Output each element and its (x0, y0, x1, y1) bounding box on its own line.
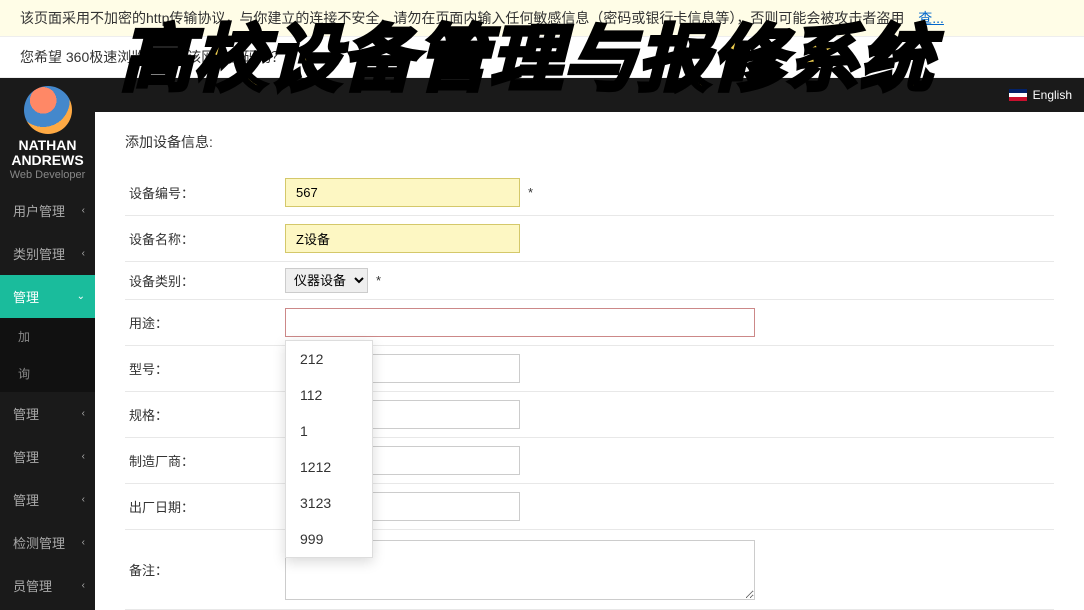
sidebar-sub-query[interactable]: 询 (0, 355, 95, 392)
chevron-left-icon: ‹ (82, 451, 85, 462)
sidebar-item-staff[interactable]: 员管理 ‹ (0, 564, 95, 607)
autocomplete-item[interactable]: 1212 (286, 449, 372, 485)
sidebar-item-manage-active[interactable]: 管理 ⌄ (0, 275, 95, 318)
autocomplete-item[interactable]: 212 (286, 341, 372, 377)
device-id-label: 设备编号： (125, 183, 285, 202)
chevron-left-icon: ‹ (82, 494, 85, 505)
sidebar-item-inspection[interactable]: 检测管理 ‹ (0, 521, 95, 564)
category-label: 设备类别： (125, 271, 285, 290)
sidebar-item-users[interactable]: 用户管理 ‹ (0, 189, 95, 232)
sidebar: NATHAN ANDREWS Web Developer 用户管理 ‹ 类别管理… (0, 78, 95, 610)
avatar[interactable] (24, 86, 72, 134)
sidebar-item-manage3[interactable]: 管理 ‹ (0, 435, 95, 478)
form-section-title: 添加设备信息: (125, 132, 1054, 152)
device-id-input[interactable] (285, 178, 520, 207)
chevron-left-icon: ‹ (82, 537, 85, 548)
page-title-overlay: 高校设备管理与报修系统 (120, 0, 934, 105)
autocomplete-item[interactable]: 3123 (286, 485, 372, 521)
user-name-line1: NATHAN (0, 138, 95, 153)
sidebar-item-manage4[interactable]: 管理 ‹ (0, 478, 95, 521)
user-role: Web Developer (0, 169, 95, 181)
manufacturer-label: 制造厂商： (125, 451, 285, 470)
autocomplete-dropdown: 212 112 1 1212 3123 999 (285, 340, 373, 558)
required-asterisk: * (376, 273, 381, 288)
sidebar-item-category[interactable]: 类别管理 ‹ (0, 232, 95, 275)
autocomplete-item[interactable]: 112 (286, 377, 372, 413)
chevron-left-icon: ‹ (82, 248, 85, 259)
remark-label: 备注： (125, 560, 285, 579)
chevron-down-icon: ⌄ (77, 291, 85, 302)
required-asterisk: * (528, 185, 533, 200)
language-selector[interactable]: English (1033, 88, 1072, 102)
sidebar-sub-add[interactable]: 加 (0, 318, 95, 355)
flag-uk-icon (1009, 89, 1027, 101)
user-name-line2: ANDREWS (0, 153, 95, 168)
chevron-left-icon: ‹ (82, 408, 85, 419)
device-name-input[interactable] (285, 224, 520, 253)
spec-label: 规格： (125, 405, 285, 424)
usage-input[interactable] (285, 308, 755, 337)
autocomplete-item[interactable]: 999 (286, 521, 372, 557)
chevron-left-icon: ‹ (82, 205, 85, 216)
usage-label: 用途： (125, 313, 285, 332)
model-label: 型号： (125, 359, 285, 378)
chevron-left-icon: ‹ (82, 580, 85, 591)
main-content: English 添加设备信息: 设备编号： * 设备名称： 设备类别： (95, 78, 1084, 610)
autocomplete-item[interactable]: 1 (286, 413, 372, 449)
device-name-label: 设备名称： (125, 229, 285, 248)
date-label: 出厂日期： (125, 497, 285, 516)
category-select[interactable]: 仪器设备 (285, 268, 368, 293)
sidebar-item-manage2[interactable]: 管理 ‹ (0, 392, 95, 435)
